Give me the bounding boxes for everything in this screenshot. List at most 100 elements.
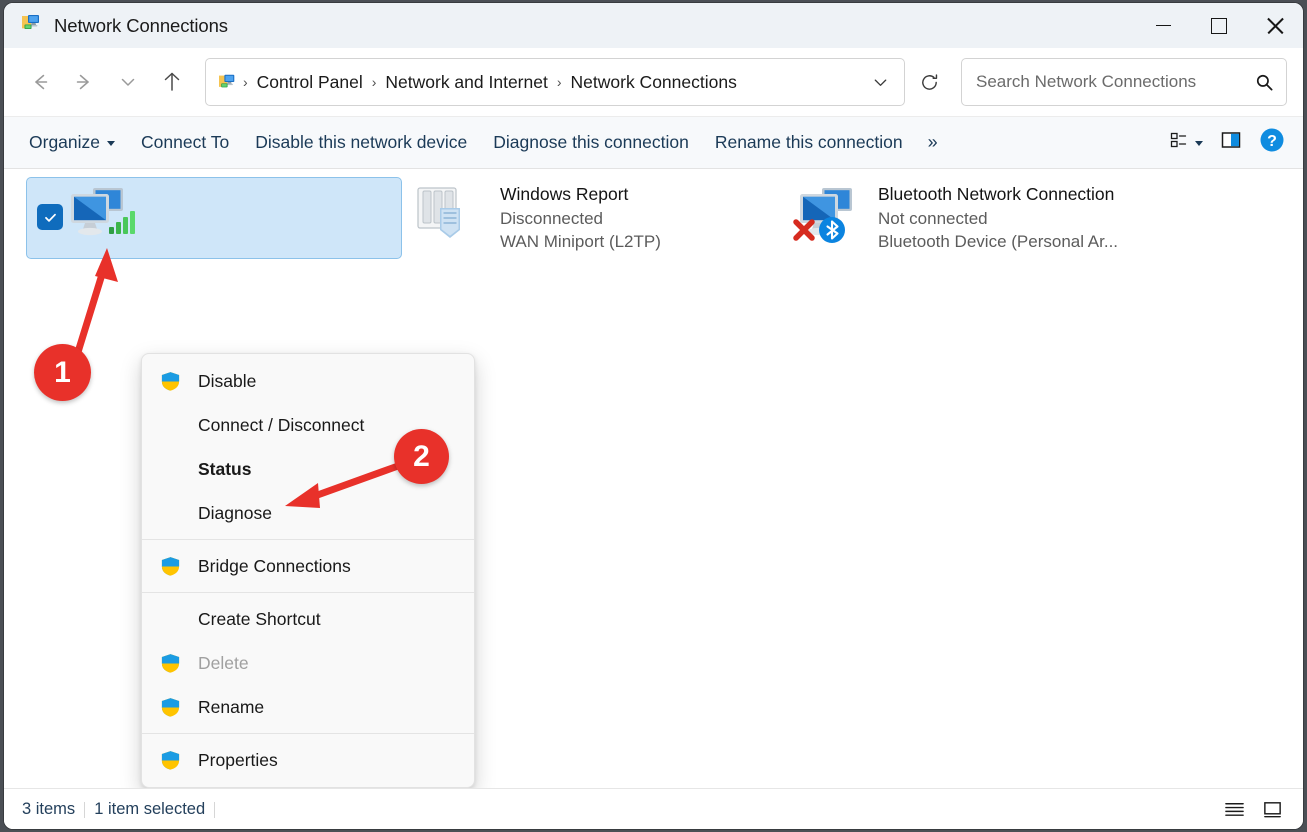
forward-button[interactable] [62, 63, 106, 101]
refresh-icon [919, 72, 940, 93]
uac-shield-icon [160, 653, 198, 674]
svg-text:?: ? [1267, 133, 1277, 150]
context-menu-label: Diagnose [198, 503, 272, 524]
connections-list: Windows Report Disconnected WAN Miniport… [4, 169, 1303, 788]
address-bar: › Control Panel › Network and Internet ›… [4, 48, 1303, 116]
breadcrumb-network-connections-icon [217, 73, 241, 91]
screen: Network Connections [0, 0, 1307, 832]
bluetooth-network-icon [782, 182, 878, 254]
command-connect-to[interactable]: Connect To [128, 125, 242, 160]
command-organize[interactable]: Organize [16, 125, 128, 160]
context-menu-label: Delete [198, 653, 249, 674]
arrow-up-icon [161, 71, 183, 93]
close-icon [1266, 17, 1284, 35]
context-menu-item-create-shortcut[interactable]: Create Shortcut [146, 597, 470, 641]
context-menu-item-connect-disconnect[interactable]: Connect / Disconnect [146, 403, 470, 447]
vpn-connection-icon [404, 182, 500, 254]
view-list-icon [1169, 130, 1189, 155]
context-menu-item-bridge-connections[interactable]: Bridge Connections [146, 544, 470, 588]
breadcrumb-separator: › [241, 74, 250, 90]
connection-name: Bluetooth Network Connection [878, 183, 1118, 207]
context-menu-item-delete: Delete [146, 641, 470, 685]
minimize-button[interactable] [1135, 3, 1191, 48]
arrow-left-icon [29, 71, 51, 93]
breadcrumb-separator: › [370, 74, 379, 90]
context-menu-label: Connect / Disconnect [198, 415, 364, 436]
command-label: Organize [29, 132, 100, 153]
up-button[interactable] [150, 63, 194, 101]
context-menu-label: Disable [198, 371, 256, 392]
minimize-icon [1156, 25, 1171, 27]
preview-pane-icon [1219, 129, 1243, 156]
context-menu-label: Status [198, 459, 251, 480]
context-menu-item-diagnose[interactable]: Diagnose [146, 491, 470, 535]
search-box[interactable]: Search Network Connections [961, 58, 1287, 106]
breadcrumb-separator: › [555, 74, 564, 90]
view-options-button[interactable] [1161, 125, 1211, 161]
recent-locations-button[interactable] [106, 63, 150, 101]
window-controls [1135, 3, 1303, 48]
context-menu-item-properties[interactable]: Properties [146, 738, 470, 782]
connection-tile-windows-report[interactable]: Windows Report Disconnected WAN Miniport… [402, 177, 780, 259]
search-input[interactable]: Search Network Connections [976, 72, 1255, 92]
connection-status: Not connected [878, 207, 1118, 230]
command-disable-network-device[interactable]: Disable this network device [242, 125, 480, 160]
status-item-count: 3 items [22, 800, 94, 819]
connection-status: Disconnected [500, 207, 661, 230]
context-menu-label: Create Shortcut [198, 609, 321, 630]
connection-tile-selected[interactable] [26, 177, 402, 259]
chevron-down-icon [872, 74, 889, 91]
back-button[interactable] [18, 63, 62, 101]
connection-name: Windows Report [500, 183, 661, 207]
preview-pane-button[interactable] [1211, 125, 1251, 161]
context-menu-label: Bridge Connections [198, 556, 351, 577]
maximize-icon [1211, 18, 1227, 34]
maximize-button[interactable] [1191, 3, 1247, 48]
command-diagnose-connection[interactable]: Diagnose this connection [480, 125, 702, 160]
connection-tile-bluetooth[interactable]: Bluetooth Network Connection Not connect… [780, 177, 1158, 259]
arrow-right-icon [73, 71, 95, 93]
context-menu-separator [142, 733, 474, 734]
context-menu-separator [142, 539, 474, 540]
context-menu-separator [142, 592, 474, 593]
network-adapter-connected-icon [53, 182, 149, 254]
command-label: Rename this connection [715, 132, 903, 153]
context-menu: Disable Connect / Disconnect Status Diag… [141, 353, 475, 788]
breadcrumb-bar[interactable]: › Control Panel › Network and Internet ›… [205, 58, 905, 106]
connection-device: Bluetooth Device (Personal Ar... [878, 230, 1118, 253]
network-connections-icon [21, 13, 43, 38]
command-bar: Organize Connect To Disable this network… [4, 116, 1303, 169]
command-rename-connection[interactable]: Rename this connection [702, 125, 916, 160]
chevron-down-icon [1195, 141, 1203, 146]
help-button[interactable]: ? [1251, 125, 1293, 161]
breadcrumb-item-control-panel[interactable]: Control Panel [250, 68, 370, 97]
window-title: Network Connections [54, 15, 228, 37]
context-menu-item-disable[interactable]: Disable [146, 359, 470, 403]
chevron-down-icon [119, 73, 137, 91]
refresh-button[interactable] [909, 62, 949, 102]
uac-shield-icon [160, 371, 198, 392]
title-bar-left: Network Connections [4, 13, 228, 38]
context-menu-item-status[interactable]: Status [146, 447, 470, 491]
search-icon [1255, 73, 1274, 92]
status-selection-count: 1 item selected [94, 800, 224, 819]
help-icon: ? [1259, 127, 1285, 158]
uac-shield-icon [160, 556, 198, 577]
large-icons-view-button[interactable] [1255, 794, 1289, 824]
breadcrumb-item-network-connections[interactable]: Network Connections [564, 68, 744, 97]
context-menu-label: Properties [198, 750, 278, 771]
breadcrumb-dropdown-button[interactable] [862, 64, 898, 100]
file-explorer-window: Network Connections [4, 3, 1303, 829]
large-icons-view-icon [1262, 800, 1283, 819]
breadcrumb-item-network-and-internet[interactable]: Network and Internet [378, 68, 554, 97]
context-menu-item-rename[interactable]: Rename [146, 685, 470, 729]
connection-info: Windows Report Disconnected WAN Miniport… [500, 183, 661, 253]
context-menu-label: Rename [198, 697, 264, 718]
connection-info: Bluetooth Network Connection Not connect… [878, 183, 1118, 253]
close-button[interactable] [1247, 3, 1303, 48]
details-view-button[interactable] [1217, 794, 1251, 824]
connection-tiles: Windows Report Disconnected WAN Miniport… [4, 169, 1303, 259]
uac-shield-icon [160, 750, 198, 771]
command-label: Connect To [141, 132, 229, 153]
command-overflow-button[interactable]: » [916, 126, 950, 159]
